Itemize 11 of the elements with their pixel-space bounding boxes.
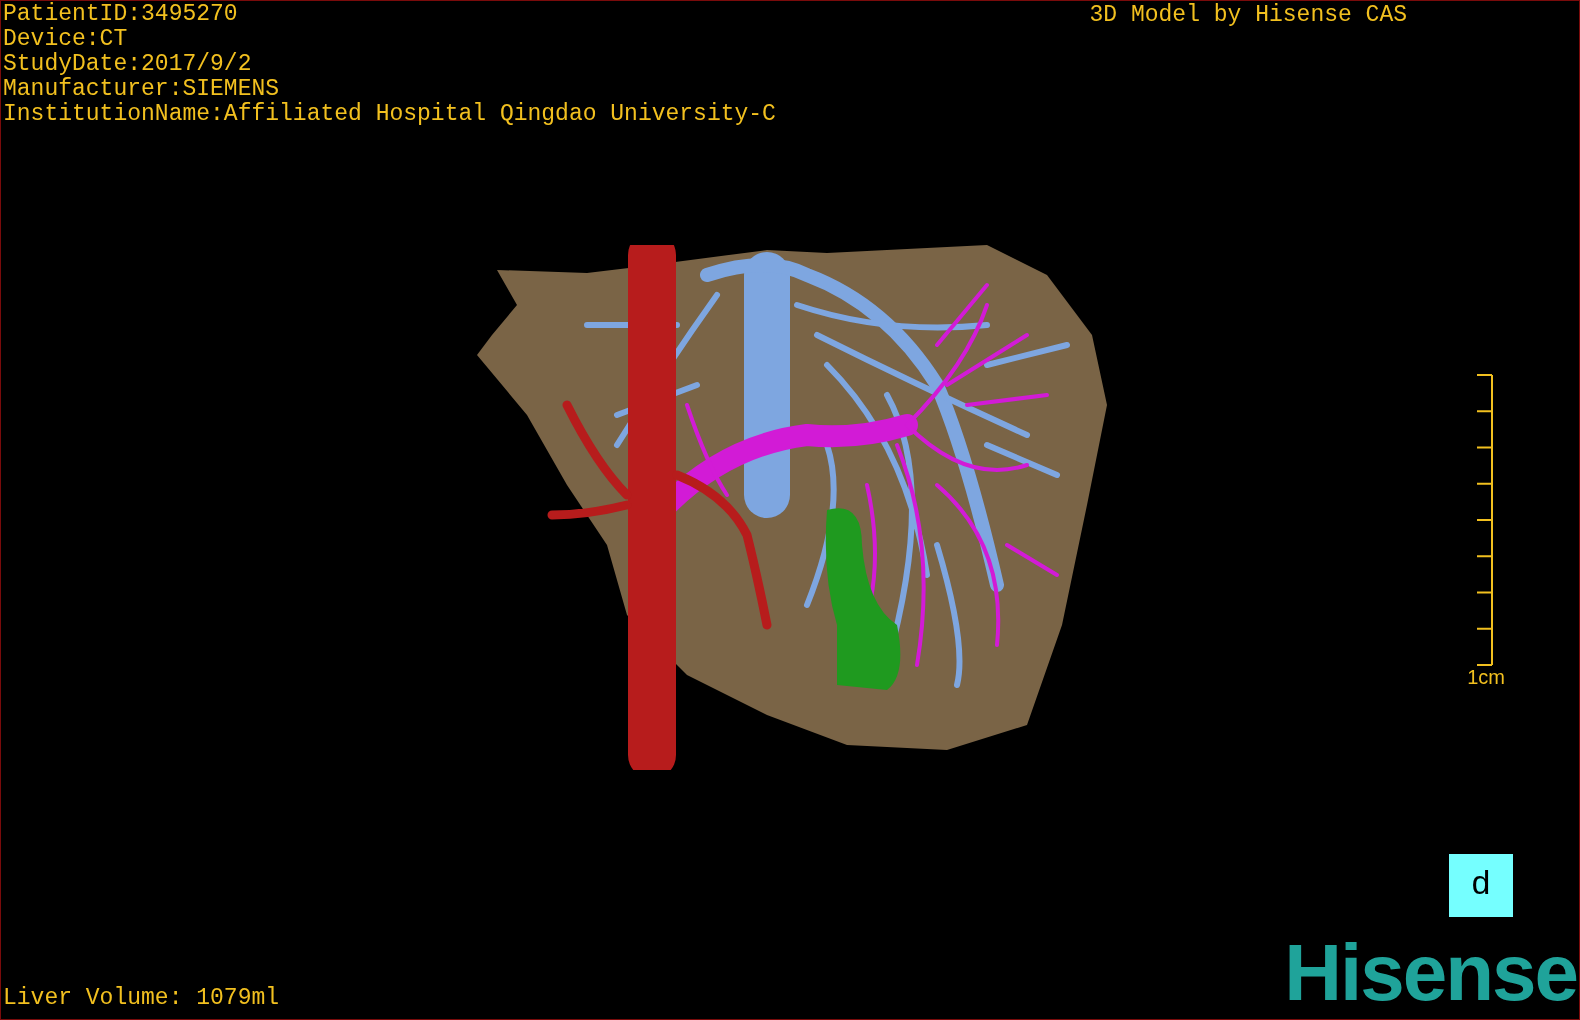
liver-volume-text: Liver Volume: 1079ml <box>2 986 280 1013</box>
patient-info-text: InstitutionName:Affiliated Hospital Qingdao University-C <box>3 102 776 127</box>
hisense-logo: Hisense <box>1284 939 1578 1019</box>
orientation-marker[interactable]: d <box>1449 854 1513 917</box>
patient-info-text: Device:CT <box>3 27 129 52</box>
patient-info-text: Manufacturer:SIEMENS <box>3 77 281 102</box>
patient-info-text: PatientID:3495270 <box>3 2 239 27</box>
viewer-title: 3D Model by Hisense CAS <box>1089 1 1407 30</box>
patient-info-text: StudyDate:2017/9/2 <box>3 52 253 77</box>
scale-bar-label: 1cm <box>1467 666 1505 688</box>
scale-bar-icon <box>1475 374 1495 666</box>
